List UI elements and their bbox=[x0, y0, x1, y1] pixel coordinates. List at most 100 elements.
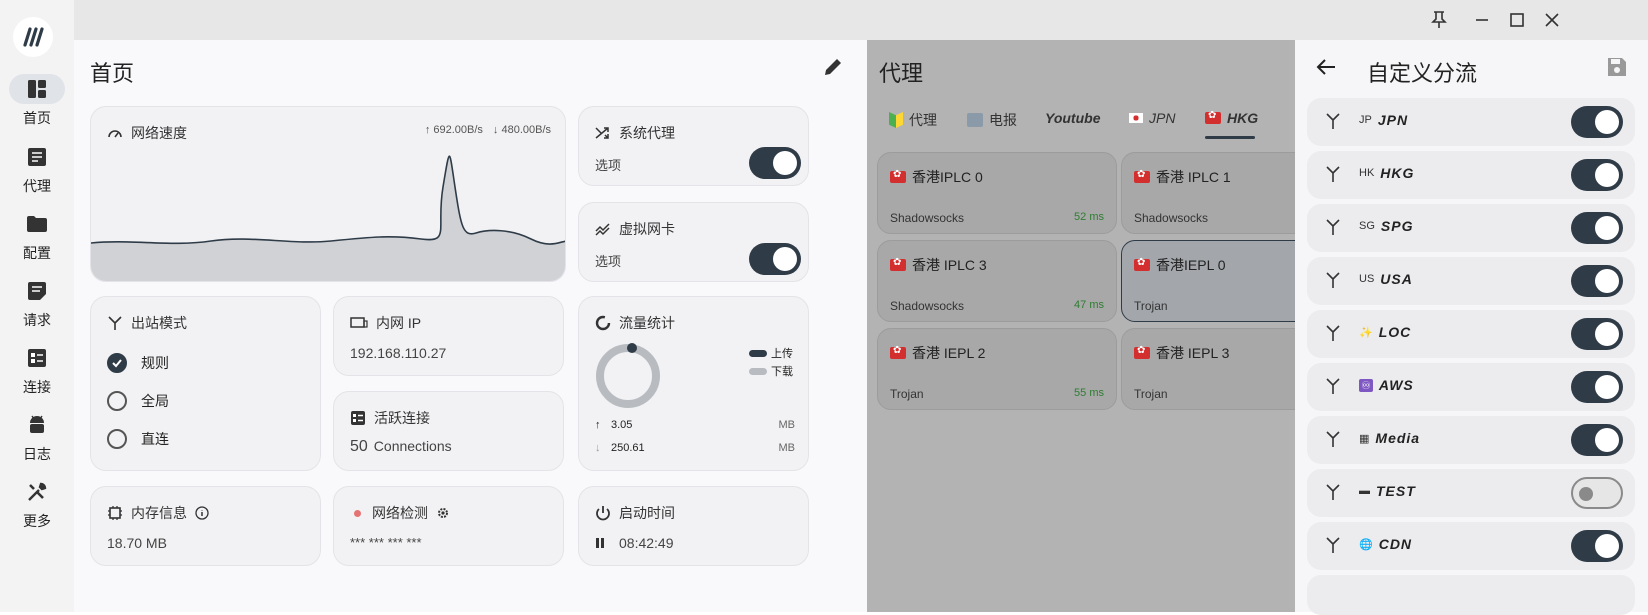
download-total: 250.61 bbox=[611, 442, 645, 454]
fork-icon bbox=[1326, 537, 1340, 553]
node-name: 香港 IEPL 2 bbox=[912, 345, 986, 361]
status-dot bbox=[350, 506, 364, 520]
rule-name: SPG bbox=[1380, 218, 1414, 234]
lan-ip-value: 192.168.110.27 bbox=[350, 345, 447, 361]
maximize-icon[interactable] bbox=[1505, 8, 1529, 32]
tab-label: Youtube bbox=[1045, 110, 1101, 126]
uptime-card: 启动时间 08:42:49 bbox=[578, 486, 809, 566]
hk-flag-icon bbox=[890, 345, 906, 359]
option-label: 选项 bbox=[595, 254, 622, 269]
notes-icon bbox=[9, 276, 65, 306]
sidebar-item-label: 配置 bbox=[23, 245, 51, 261]
radio-rule[interactable]: 规则 bbox=[107, 353, 169, 373]
rule-toggle[interactable] bbox=[1571, 212, 1623, 244]
rule-toggle[interactable] bbox=[1571, 265, 1623, 297]
node-type: Trojan bbox=[1134, 299, 1168, 313]
radio-label: 全局 bbox=[141, 393, 169, 409]
home-page: 首页 网络速度 ↑ 692.00B/s ↓ 480.00B/s 系统代理 选项 … bbox=[74, 40, 867, 612]
sidebar-item-label: 日志 bbox=[23, 446, 51, 462]
page-title: 代理 bbox=[879, 61, 924, 86]
hk-flag-icon bbox=[1205, 110, 1221, 124]
lan-ip-card: 内网 IP 192.168.110.27 bbox=[333, 296, 564, 376]
info-icon[interactable] bbox=[195, 506, 209, 520]
rule-row: ▬ TEST bbox=[1307, 469, 1635, 517]
tab-youtube[interactable]: Youtube bbox=[1045, 110, 1100, 126]
rule-row: HK HKG bbox=[1307, 151, 1635, 199]
option-label: 选项 bbox=[595, 158, 622, 173]
pin-icon[interactable] bbox=[1427, 8, 1451, 32]
sidebar-item-proxy[interactable]: 代理 bbox=[0, 140, 74, 202]
keyboard-icon: ▦ bbox=[1359, 432, 1370, 445]
network-speed-card[interactable]: 网络速度 ↑ 692.00B/s ↓ 480.00B/s bbox=[90, 106, 566, 282]
sidebar-item-logs[interactable]: 日志 bbox=[0, 408, 74, 470]
node-latency: 52 ms bbox=[1074, 211, 1104, 223]
globe-icon: 🌐 bbox=[1359, 538, 1373, 551]
tab-proxy[interactable]: 代理 bbox=[889, 110, 937, 130]
arrow-back-icon bbox=[1316, 59, 1335, 75]
node-latency: 47 ms bbox=[1074, 299, 1104, 311]
fork-icon bbox=[108, 316, 122, 330]
memory-card: 内存信息 18.70 MB bbox=[90, 486, 321, 566]
sidebar-item-more[interactable]: 更多 bbox=[0, 475, 74, 537]
tab-label: 代理 bbox=[909, 112, 937, 128]
rule-toggle[interactable] bbox=[1571, 371, 1623, 403]
radio-label: 直连 bbox=[141, 431, 169, 447]
beginner-icon bbox=[889, 112, 903, 128]
radio-direct[interactable]: 直连 bbox=[107, 429, 169, 449]
rule-toggle[interactable] bbox=[1571, 530, 1623, 562]
close-icon[interactable] bbox=[1540, 8, 1564, 32]
node-type: Shadowsocks bbox=[1134, 211, 1209, 225]
proxy-node-card[interactable]: 香港 IPLC 3 Shadowsocks 47 ms bbox=[877, 240, 1117, 322]
proxy-node-card[interactable]: 香港IPLC 0 Shadowsocks 52 ms bbox=[877, 152, 1117, 234]
tab-hkg[interactable]: HKG bbox=[1205, 110, 1258, 126]
radio-global[interactable]: 全局 bbox=[107, 391, 169, 411]
sidebar-item-connections[interactable]: 连接 bbox=[0, 341, 74, 403]
rule-name: USA bbox=[1380, 271, 1413, 287]
node-latency: 55 ms bbox=[1074, 387, 1104, 399]
edit-button[interactable] bbox=[822, 56, 850, 84]
node-name: 香港 IEPL 3 bbox=[1156, 345, 1230, 361]
rule-toggle[interactable] bbox=[1571, 106, 1623, 138]
rule-toggle[interactable] bbox=[1571, 424, 1623, 456]
app-logo bbox=[13, 17, 53, 57]
rule-row: ▦ Media bbox=[1307, 416, 1635, 464]
tab-jpn[interactable]: JPN bbox=[1129, 110, 1175, 126]
active-connections-card[interactable]: 活跃连接 50 Connections bbox=[333, 391, 564, 471]
rule-toggle[interactable] bbox=[1571, 159, 1623, 191]
tab-telegram[interactable]: 电报 bbox=[967, 110, 1017, 130]
save-button[interactable] bbox=[1607, 57, 1631, 81]
uptime-value: 08:42:49 bbox=[619, 535, 674, 551]
rule-row: JP JPN bbox=[1307, 98, 1635, 146]
rule-name: HKG bbox=[1380, 165, 1415, 181]
fork-icon bbox=[1326, 166, 1340, 182]
proxy-node-card[interactable]: 香港 IEPL 2 Trojan 55 ms bbox=[877, 328, 1117, 410]
legend-download: 下载 bbox=[771, 366, 793, 378]
android-icon bbox=[9, 410, 65, 440]
node-type: Shadowsocks bbox=[890, 299, 965, 313]
minimize-icon[interactable] bbox=[1470, 8, 1494, 32]
sidebar-item-profiles[interactable]: 配置 bbox=[0, 207, 74, 269]
node-name: 香港IPLC 0 bbox=[912, 169, 983, 185]
pause-icon[interactable] bbox=[595, 537, 605, 549]
card-title: 系统代理 bbox=[619, 125, 675, 141]
fork-icon bbox=[1326, 272, 1340, 288]
back-button[interactable] bbox=[1315, 56, 1341, 82]
rule-name: LOC bbox=[1378, 324, 1412, 340]
sparkle-icon: ✨ bbox=[1359, 326, 1373, 339]
sidebar-item-home[interactable]: 首页 bbox=[0, 72, 74, 134]
rule-toggle[interactable] bbox=[1571, 318, 1623, 350]
rule-row: ✨ LOC bbox=[1307, 310, 1635, 358]
system-proxy-toggle[interactable] bbox=[749, 147, 801, 179]
pencil-icon bbox=[825, 59, 841, 75]
rule-toggle[interactable] bbox=[1571, 477, 1623, 509]
donut-icon bbox=[595, 315, 611, 331]
fork-icon bbox=[1326, 325, 1340, 341]
rule-row: 🌐 CDN bbox=[1307, 522, 1635, 570]
radio-label: 规则 bbox=[141, 355, 169, 371]
check-icon bbox=[107, 353, 127, 373]
tun-toggle[interactable] bbox=[749, 243, 801, 275]
dashboard-icon bbox=[9, 74, 65, 104]
sidebar-item-requests[interactable]: 请求 bbox=[0, 274, 74, 336]
arrow-up-icon: ↑ bbox=[595, 419, 601, 431]
gear-icon[interactable] bbox=[436, 506, 450, 520]
